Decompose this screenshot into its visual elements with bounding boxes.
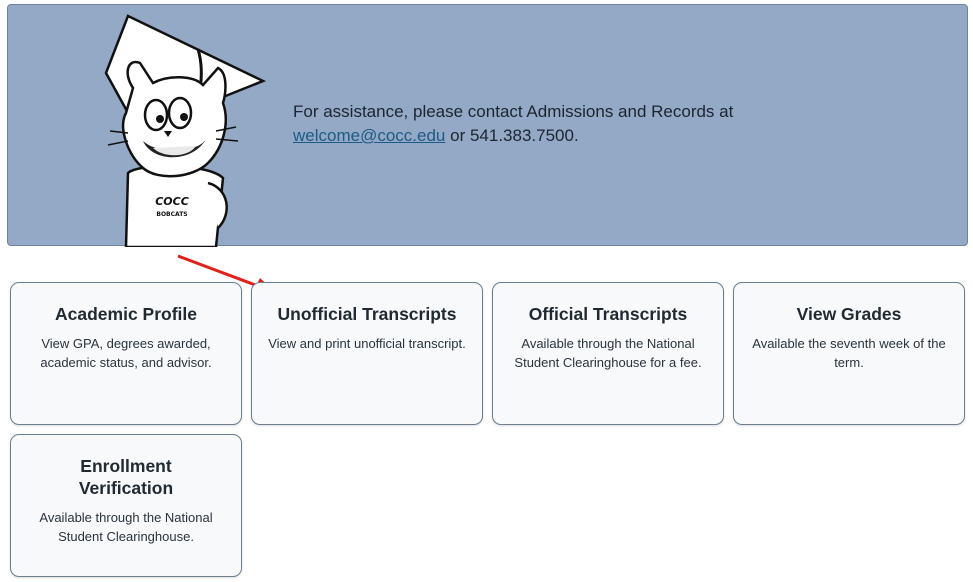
assistance-text: For assistance, please contact Admission… — [293, 102, 734, 121]
academic-profile-card[interactable]: Academic Profile View GPA, degrees award… — [10, 282, 242, 425]
help-banner: COCC BOBCATS For assistance, please cont… — [7, 4, 968, 247]
assistance-message: For assistance, please contact Admission… — [293, 100, 933, 148]
card-description: Available through the National Student C… — [514, 336, 702, 370]
card-description: Available through the National Student C… — [39, 510, 213, 544]
mascot-shirt-line2: BOBCATS — [156, 211, 187, 218]
enrollment-verification-card[interactable]: Enrollment Verification Available throug… — [10, 434, 242, 577]
card-description: View GPA, degrees awarded, academic stat… — [40, 336, 212, 370]
card-title: Academic Profile — [55, 304, 197, 324]
card-title: Enrollment Verification — [78, 456, 174, 498]
card-description: View and print unofficial transcript. — [268, 336, 466, 351]
unofficial-transcripts-card[interactable]: Unofficial Transcripts View and print un… — [251, 282, 483, 425]
admissions-email-link[interactable]: welcome@cocc.edu — [293, 126, 445, 145]
card-title: Official Transcripts — [528, 304, 688, 324]
bobcat-mascot-icon: COCC BOBCATS — [104, 14, 267, 247]
view-grades-card[interactable]: View Grades Available the seventh week o… — [733, 282, 965, 425]
card-title: Unofficial Transcripts — [277, 304, 457, 324]
mascot-shirt-line1: COCC — [155, 195, 189, 208]
official-transcripts-card[interactable]: Official Transcripts Available through t… — [492, 282, 724, 425]
card-title: View Grades — [796, 304, 902, 324]
admissions-phone: or 541.383.7500. — [445, 126, 579, 145]
card-description: Available the seventh week of the term. — [752, 336, 946, 370]
